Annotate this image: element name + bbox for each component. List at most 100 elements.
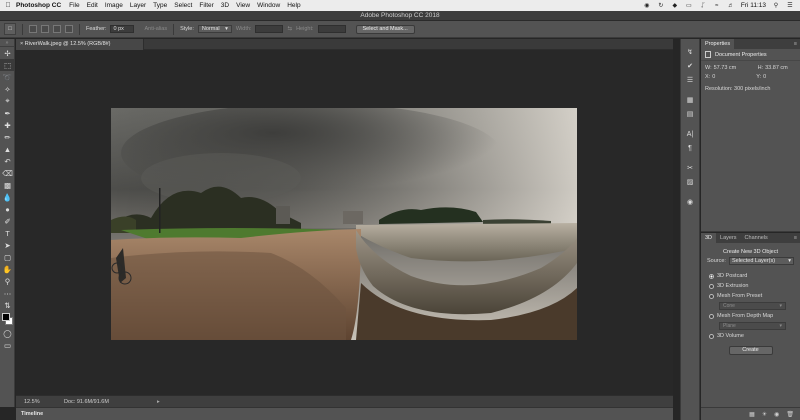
antialias-label[interactable]: Anti-alias: [144, 26, 167, 32]
menu-edit[interactable]: Edit: [87, 2, 98, 9]
blur-tool-icon[interactable]: 💧: [0, 191, 15, 203]
intersect-selection-icon[interactable]: [65, 25, 73, 33]
volume-icon[interactable]: ♬: [727, 2, 735, 9]
radio-selected-icon[interactable]: [709, 273, 714, 279]
menu-file[interactable]: File: [69, 2, 79, 9]
height-value[interactable]: 33.87 cm: [765, 65, 788, 71]
feather-input[interactable]: 0 px: [110, 25, 135, 33]
menu-help[interactable]: Help: [287, 2, 300, 9]
menubar-clock[interactable]: Fri 11:13: [741, 2, 766, 9]
canvas-area[interactable]: [16, 50, 673, 395]
radio-icon[interactable]: [709, 293, 714, 299]
radio-icon[interactable]: [709, 333, 714, 339]
sync-icon[interactable]: ↻: [657, 2, 665, 9]
style-select[interactable]: Normal ▾: [197, 25, 232, 33]
paragraph-panel-icon[interactable]: ¶: [681, 141, 699, 155]
status-menu-icon[interactable]: ▸: [157, 399, 160, 405]
screen-mode-icon[interactable]: ▭: [0, 339, 15, 351]
panel-menu-icon[interactable]: ≡: [794, 233, 800, 243]
option-mesh-from-preset[interactable]: Mesh From Preset: [701, 291, 800, 301]
display-icon[interactable]: ▭: [685, 2, 693, 9]
menu-app-name[interactable]: Photoshop CC: [16, 2, 61, 9]
tools-collapse-icon[interactable]: »: [0, 39, 14, 47]
swap-dimensions-icon[interactable]: ⇆: [287, 26, 292, 32]
zoom-level[interactable]: 12.5%: [24, 399, 64, 405]
document-image[interactable]: [111, 108, 577, 340]
history-panel-icon[interactable]: ↯: [681, 45, 699, 59]
menu-window[interactable]: Window: [257, 2, 280, 9]
apple-menu-icon[interactable]: : [0, 2, 16, 9]
character-panel-icon[interactable]: A|: [681, 127, 699, 141]
close-tab-icon[interactable]: ×: [20, 41, 23, 47]
crop-tool-icon[interactable]: ⌖: [0, 95, 15, 107]
x-value[interactable]: 0: [712, 74, 756, 80]
tab-channels[interactable]: Channels: [741, 233, 772, 243]
lasso-tool-icon[interactable]: ➰: [0, 71, 15, 83]
spotlight-search-icon[interactable]: ⚲: [772, 2, 780, 9]
3d-materials-icon[interactable]: ◉: [681, 195, 699, 209]
info-panel-icon[interactable]: ▤: [681, 107, 699, 121]
source-select[interactable]: Selected Layer(s) ▾: [728, 257, 794, 265]
notification-center-icon[interactable]: ☰: [786, 2, 794, 9]
brush-tool-icon[interactable]: ✏: [0, 131, 15, 143]
zoom-tool-icon[interactable]: ⚲: [0, 275, 15, 287]
trash-icon[interactable]: 🗑: [786, 411, 794, 418]
option-mesh-from-depth-map[interactable]: Mesh From Depth Map: [701, 311, 800, 321]
tab-3d[interactable]: 3D: [701, 233, 717, 243]
path-selection-tool-icon[interactable]: ➤: [0, 239, 15, 251]
swap-colors-icon[interactable]: ⇅: [0, 299, 15, 311]
menu-filter[interactable]: Filter: [199, 2, 213, 9]
brush-presets-icon[interactable]: ✔: [681, 59, 699, 73]
pen-tool-icon[interactable]: ✐: [0, 215, 15, 227]
add-to-selection-icon[interactable]: [41, 25, 49, 33]
timeline-panel-tab[interactable]: Timeline: [16, 407, 673, 420]
rectangular-marquee-tool-icon[interactable]: ⬚: [0, 59, 15, 71]
quick-mask-icon[interactable]: ◯: [0, 327, 15, 339]
gradient-tool-icon[interactable]: ▩: [0, 179, 15, 191]
width-value[interactable]: 57.73 cm: [714, 65, 758, 71]
tab-layers[interactable]: Layers: [716, 233, 741, 243]
menu-layer[interactable]: Layer: [130, 2, 146, 9]
move-tool-icon[interactable]: ✢: [0, 47, 15, 59]
menu-3d[interactable]: 3D: [221, 2, 229, 9]
dodge-tool-icon[interactable]: ●: [0, 203, 15, 215]
option-3d-extrusion[interactable]: 3D Extrusion: [701, 281, 800, 291]
document-tab[interactable]: × RiverWalk.jpeg @ 12.5% (RGB/8#): [16, 39, 144, 50]
quick-selection-tool-icon[interactable]: ✧: [0, 83, 15, 95]
eyedropper-tool-icon[interactable]: ✒: [0, 107, 15, 119]
type-tool-icon[interactable]: T: [0, 227, 15, 239]
camera-icon[interactable]: ◉: [774, 411, 779, 418]
wifi-icon[interactable]: ≈: [713, 2, 721, 9]
libraries-icon[interactable]: ▦: [681, 93, 699, 107]
option-3d-postcard[interactable]: 3D Postcard: [701, 271, 800, 281]
adjustments-icon[interactable]: ☰: [681, 73, 699, 87]
select-and-mask-button[interactable]: Select and Mask...: [355, 24, 415, 34]
menu-image[interactable]: Image: [105, 2, 123, 9]
menu-type[interactable]: Type: [153, 2, 167, 9]
tab-properties[interactable]: Properties: [701, 39, 735, 49]
option-3d-volume[interactable]: 3D Volume: [701, 331, 800, 341]
hand-tool-icon[interactable]: ✋: [0, 263, 15, 275]
bluetooth-icon[interactable]: ᛢ: [699, 2, 707, 9]
height-input[interactable]: [317, 25, 346, 33]
new-selection-icon[interactable]: [29, 25, 37, 33]
panel-menu-icon[interactable]: ≡: [794, 39, 800, 49]
filter-scene-icon[interactable]: ▦: [749, 411, 755, 418]
menu-view[interactable]: View: [236, 2, 250, 9]
clone-source-icon[interactable]: ▨: [681, 175, 699, 189]
y-value[interactable]: 0: [763, 74, 766, 80]
healing-brush-tool-icon[interactable]: ✚: [0, 119, 15, 131]
creative-cloud-icon[interactable]: ◉: [643, 2, 651, 9]
radio-icon[interactable]: [709, 283, 714, 289]
width-input[interactable]: [255, 25, 284, 33]
more-tools-icon[interactable]: ⋯: [0, 287, 15, 299]
add-light-icon[interactable]: ☀: [762, 411, 767, 418]
tool-preset-picker[interactable]: □: [4, 23, 16, 35]
dropbox-icon[interactable]: ◆: [671, 2, 679, 9]
create-button[interactable]: Create: [728, 346, 773, 355]
eraser-tool-icon[interactable]: ⌫: [0, 167, 15, 179]
menu-select[interactable]: Select: [174, 2, 192, 9]
subtract-from-selection-icon[interactable]: [53, 25, 61, 33]
tool-presets-icon[interactable]: ✂: [681, 161, 699, 175]
radio-icon[interactable]: [709, 313, 714, 319]
